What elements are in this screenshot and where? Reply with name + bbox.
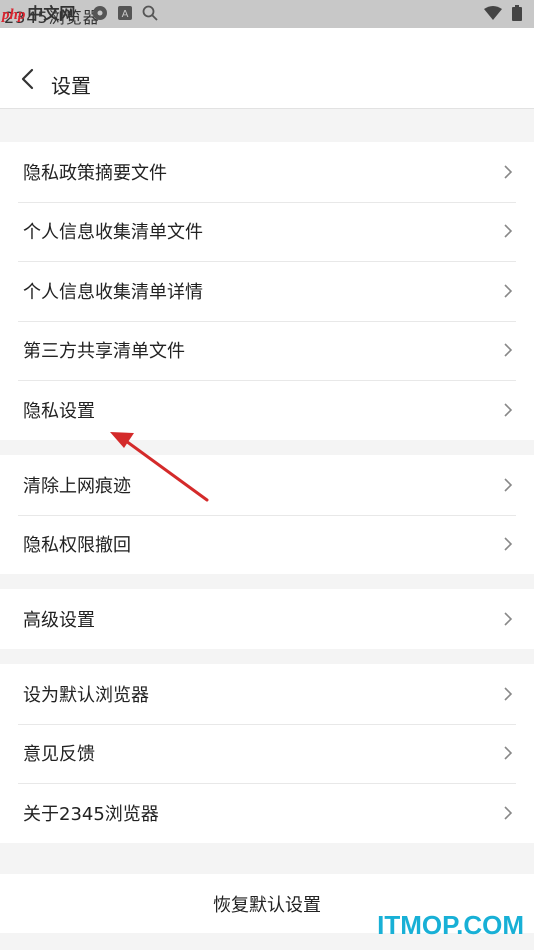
back-arrow-icon[interactable] (18, 68, 40, 90)
status-icons-left: A (92, 5, 158, 21)
aperture-icon (93, 6, 107, 20)
battery-icon (512, 5, 522, 21)
settings-item-feedback[interactable]: 意见反馈 (0, 723, 534, 784)
settings-item-default-browser[interactable]: 设为默认浏览器 (0, 664, 534, 724)
search-icon (142, 5, 158, 21)
chevron-right-icon (504, 806, 513, 820)
settings-item-label: 个人信息收集清单详情 (23, 281, 203, 303)
settings-item-label: 个人信息收集清单文件 (23, 222, 203, 244)
settings-section-general: 设为默认浏览器 意见反馈 关于2345浏览器 (0, 664, 534, 843)
settings-item-label: 隐私权限撤回 (23, 535, 131, 557)
chevron-right-icon (504, 746, 513, 760)
chevron-right-icon (504, 165, 513, 179)
page-title: 设置 (51, 74, 91, 98)
settings-item-advanced[interactable]: 高级设置 (0, 589, 534, 649)
settings-item-label: 隐私设置 (23, 400, 95, 422)
chevron-right-icon (504, 687, 513, 701)
chevron-right-icon (504, 612, 513, 626)
settings-section-advanced: 高级设置 (0, 589, 534, 649)
header: 设置 (0, 28, 534, 109)
chevron-right-icon (504, 537, 513, 551)
watermark-cn-text: 中文网 (27, 4, 76, 23)
settings-item-label: 高级设置 (23, 609, 95, 631)
chevron-right-icon (504, 478, 513, 492)
chevron-right-icon (504, 284, 513, 298)
settings-section-privacy: 隐私政策摘要文件 个人信息收集清单文件 个人信息收集清单详情 第三方共享清单文件… (0, 142, 534, 440)
a-box-icon: A (118, 6, 132, 20)
settings-item-about[interactable]: 关于2345浏览器 (0, 783, 534, 843)
settings-item-privacy-settings[interactable]: 隐私设置 (0, 380, 534, 440)
settings-section-data: 清除上网痕迹 隐私权限撤回 (0, 455, 534, 574)
chevron-right-icon (504, 224, 513, 238)
settings-item-personal-info-list[interactable]: 个人信息收集清单文件 (0, 201, 534, 262)
watermark-php-text: php (2, 7, 26, 23)
wifi-icon (484, 6, 502, 20)
settings-item-label: 关于2345浏览器 (23, 803, 159, 825)
settings-item-privacy-policy-summary[interactable]: 隐私政策摘要文件 (0, 142, 534, 202)
settings-item-label: 清除上网痕迹 (23, 475, 131, 497)
settings-item-label: 意见反馈 (23, 744, 95, 766)
settings-item-clear-history[interactable]: 清除上网痕迹 (0, 455, 534, 515)
chevron-right-icon (504, 403, 513, 417)
settings-item-label: 隐私政策摘要文件 (23, 162, 167, 184)
php-watermark: php 中文网 (2, 0, 75, 24)
settings-item-label: 设为默认浏览器 (23, 684, 149, 706)
status-icons-right (484, 5, 522, 21)
settings-item-personal-info-details[interactable]: 个人信息收集清单详情 (0, 261, 534, 321)
svg-text:A: A (122, 9, 129, 20)
settings-item-revoke-permissions[interactable]: 隐私权限撤回 (0, 514, 534, 575)
settings-item-third-party-sharing[interactable]: 第三方共享清单文件 (0, 320, 534, 381)
settings-item-label: 第三方共享清单文件 (23, 341, 185, 363)
status-bar: 2345浏览器 A (0, 0, 534, 28)
itmop-watermark: ITMOP.COM (377, 910, 524, 940)
chevron-right-icon (504, 343, 513, 357)
